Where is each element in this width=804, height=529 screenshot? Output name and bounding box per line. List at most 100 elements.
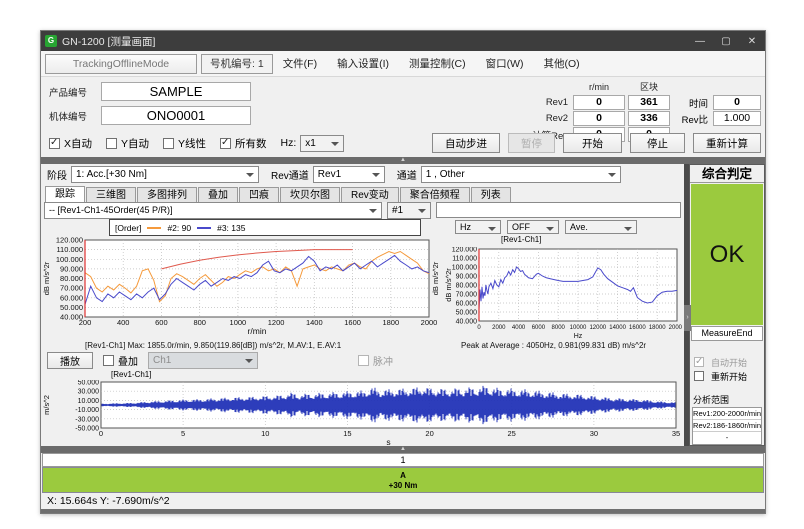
checkbox-icon	[694, 357, 704, 367]
machine-number-label: 机体编号	[49, 109, 101, 123]
y-linear-checkbox[interactable]: Y线性	[163, 136, 206, 151]
hz-multiplier-select[interactable]: x1	[300, 135, 344, 152]
svg-text:70.000: 70.000	[60, 284, 83, 293]
product-number-field[interactable]: SAMPLE	[101, 82, 251, 101]
all-data-checkbox[interactable]: 所有数	[220, 136, 267, 151]
svg-text:0: 0	[477, 325, 481, 331]
rev-ratio-label: Rev比	[678, 112, 710, 126]
menu-window[interactable]: 窗口(W)	[476, 56, 534, 71]
rev1-rpm-value: 0	[573, 95, 625, 110]
start-button[interactable]: 开始	[563, 133, 622, 153]
stage-select[interactable]: 1: Acc.[+30 Nm]	[71, 166, 259, 183]
menu-input-settings[interactable]: 输入设置(I)	[327, 56, 399, 71]
legend-line-orange	[147, 227, 161, 229]
svg-text:110.000: 110.000	[56, 245, 83, 254]
svg-text:8000: 8000	[552, 325, 566, 331]
app-icon: G	[45, 35, 57, 47]
svg-text:800: 800	[193, 318, 206, 327]
tab-tracking[interactable]: 跟踪	[45, 186, 85, 202]
svg-text:2000: 2000	[492, 325, 506, 331]
checkbox-icon[interactable]	[49, 138, 60, 149]
y-auto-checkbox[interactable]: Y自动	[106, 136, 149, 151]
svg-text:60.000: 60.000	[456, 300, 478, 307]
analysis-range-label: 分析范围	[693, 393, 764, 406]
analysis-range-list: Rev1:200-2000r/min Rev2:186-1860r/min -	[692, 407, 762, 445]
legend-label-order2: #2: 90	[167, 223, 191, 233]
trace-number-select[interactable]: #1	[387, 202, 431, 219]
horizontal-splitter-top[interactable]: ▲	[41, 157, 765, 164]
restart-checkbox[interactable]: 重新开始	[694, 369, 764, 383]
tracking-chart-panel: [Order] #2: 90 #3: 135 20040060080010001…	[41, 219, 443, 352]
svg-text:6000: 6000	[532, 325, 546, 331]
svg-text:-50.000: -50.000	[75, 425, 99, 432]
x-unit-select[interactable]: Hz	[455, 220, 501, 234]
grade-indicator-bar: A +30 Nm	[42, 467, 764, 493]
tab-dent[interactable]: 凹痕	[239, 187, 279, 202]
tab-3d[interactable]: 三维图	[86, 187, 136, 202]
checkbox-icon[interactable]	[163, 138, 174, 149]
svg-text:10000: 10000	[570, 325, 587, 331]
splitter-handle-icon[interactable]: ▲	[400, 157, 406, 164]
channel-select[interactable]: 1 , Other	[421, 166, 621, 183]
auto-step-button[interactable]: 自动步进	[432, 133, 500, 153]
tab-list[interactable]: 列表	[471, 187, 511, 202]
waveform-controls: 播放 叠加 Ch1 脉冲	[41, 352, 684, 370]
vertical-splitter[interactable]: ›	[684, 164, 689, 446]
checkbox-icon[interactable]	[103, 355, 114, 366]
rev-channel-select[interactable]: Rev1	[313, 166, 385, 183]
x-auto-checkbox[interactable]: X自动	[49, 136, 92, 151]
legend-label-order3: #3: 135	[217, 223, 245, 233]
checkbox-icon[interactable]	[694, 371, 704, 381]
svg-text:50.000: 50.000	[78, 380, 100, 387]
menu-file[interactable]: 文件(F)	[273, 56, 327, 71]
pulse-checkbox: 脉冲	[358, 353, 393, 368]
svg-text:40.000: 40.000	[456, 318, 478, 325]
tab-octave[interactable]: 聚合倍频程	[400, 187, 470, 202]
overlay-checkbox[interactable]: 叠加	[103, 353, 138, 368]
tab-rev-variation[interactable]: Rev变动	[341, 187, 399, 202]
horizontal-splitter-bottom[interactable]: ▲	[41, 446, 765, 453]
play-button[interactable]: 播放	[47, 352, 93, 369]
machine-number-field[interactable]: ONO0001	[101, 106, 251, 125]
order-trace-select[interactable]: -- [Rev1-Ch1-45Order(45 P/R)]	[44, 202, 382, 219]
spectrum-chart-panel: Hz OFF Ave. [Rev1-Ch1] 02000400060008000…	[443, 219, 684, 352]
svg-text:1000: 1000	[230, 318, 247, 327]
splitter-handle-icon[interactable]: ▲	[400, 446, 406, 453]
minimize-icon[interactable]: —	[687, 36, 713, 47]
svg-text:-30.000: -30.000	[75, 416, 99, 423]
svg-text:s: s	[386, 437, 390, 447]
selector-row: 阶段 1: Acc.[+30 Nm] Rev通道 Rev1 通道 1 , Oth…	[41, 164, 684, 186]
splitter-handle-icon[interactable]: ›	[684, 305, 691, 331]
recalculate-button[interactable]: 重新计算	[693, 133, 761, 153]
range-rev1: Rev1:200-2000r/min	[693, 408, 761, 420]
checkbox-icon[interactable]	[106, 138, 117, 149]
waveform-chart[interactable]: 05101520253035-50.000-30.000-10.00010.00…	[41, 380, 685, 447]
checkbox-icon[interactable]	[220, 138, 231, 149]
tracking-mode-button[interactable]: TrackingOfflineMode	[45, 54, 197, 74]
maximize-icon[interactable]: ▢	[713, 36, 739, 47]
stop-button[interactable]: 停止	[630, 133, 685, 153]
svg-text:20: 20	[425, 429, 433, 438]
svg-text:80.000: 80.000	[456, 282, 478, 289]
filter-select[interactable]: OFF	[507, 220, 559, 234]
close-icon[interactable]: ✕	[739, 36, 765, 47]
average-select[interactable]: Ave.	[565, 220, 637, 234]
svg-text:0: 0	[99, 429, 103, 438]
svg-text:1600: 1600	[344, 318, 361, 327]
tab-campbell[interactable]: 坎贝尔图	[280, 187, 340, 202]
tracking-chart[interactable]: 20040060080010001200140016001800200040.0…	[41, 237, 443, 341]
svg-text:4000: 4000	[512, 325, 526, 331]
menu-bar: TrackingOfflineMode 号机编号: 1 文件(F) 输入设置(I…	[41, 51, 765, 77]
rev-table: r/min 区块 Rev1 0 361 Rev2 0 336 计算Rev 0 0	[522, 79, 670, 129]
order-extra-field[interactable]	[436, 202, 681, 218]
tab-overlay[interactable]: 叠加	[198, 187, 238, 202]
menu-others[interactable]: 其他(O)	[534, 56, 590, 71]
rev1-block-value: 361	[628, 95, 670, 110]
tab-multi-plot[interactable]: 多图排列	[137, 187, 197, 202]
rev2-block-value: 336	[628, 111, 670, 126]
spectrum-chart[interactable]: 0200040006000800010000120001400016000180…	[443, 247, 682, 342]
product-number-label: 产品编号	[49, 85, 101, 99]
judgement-header: 综合判定	[690, 165, 764, 183]
menu-measure-control[interactable]: 测量控制(C)	[399, 56, 476, 71]
svg-text:10.000: 10.000	[78, 397, 100, 404]
